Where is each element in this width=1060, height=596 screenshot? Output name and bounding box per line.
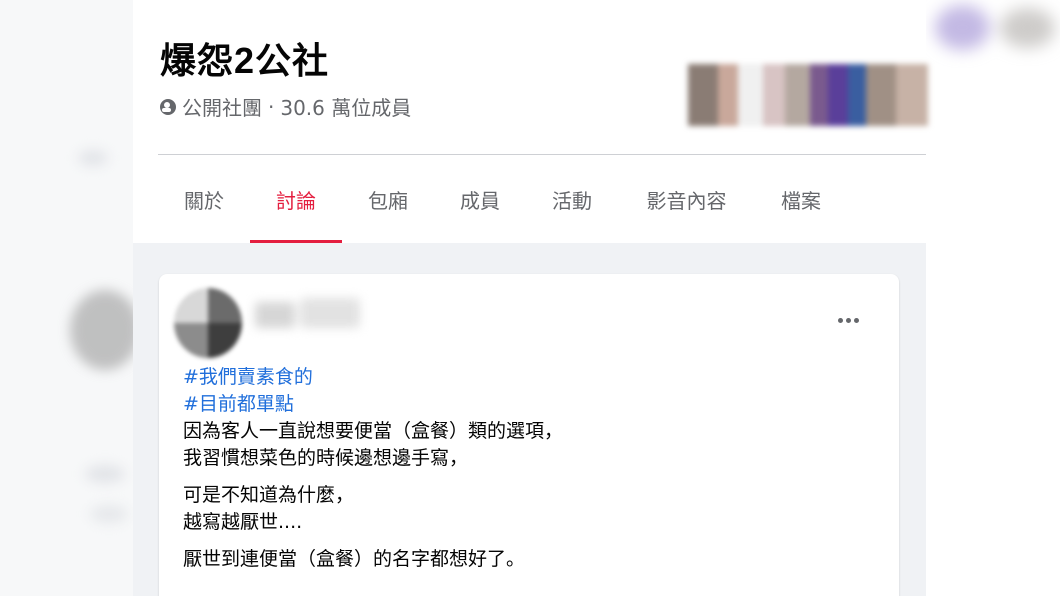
post-text-line: 可是不知道為什麼，: [183, 484, 355, 506]
meta-separator: ·: [268, 94, 275, 119]
post-card: #我們賣素食的 #目前都單點 因為客人一直說想要便當（盒餐）類的選項， 我習慣想…: [159, 274, 899, 596]
post-text-line: 越寫越厭世....: [183, 511, 303, 533]
group-tabs: 關於 討論 包廂 成員 活動 影音內容 檔案: [158, 155, 847, 243]
group-title[interactable]: 爆怨2公社: [160, 32, 329, 84]
tab-members[interactable]: 成員: [434, 155, 526, 243]
tab-discussion[interactable]: 討論: [250, 155, 342, 243]
group-header: 爆怨2公社 公開社團 · 30.6 萬位成員 關於 討論 包廂 成員 活動 影音…: [133, 0, 928, 243]
tab-rooms[interactable]: 包廂: [342, 155, 434, 243]
member-avatars-blurred[interactable]: [688, 64, 928, 126]
tab-files[interactable]: 檔案: [755, 155, 847, 243]
tab-media[interactable]: 影音內容: [618, 155, 755, 243]
more-horizontal-icon: [837, 317, 843, 323]
post-text-line: 厭世到連便當（盒餐）的名字都想好了。: [183, 548, 526, 570]
group-member-count[interactable]: 30.6 萬位成員: [280, 92, 411, 121]
group-meta: 公開社團 · 30.6 萬位成員: [160, 92, 411, 121]
post-text-line: 我習慣想菜色的時候邊想邊手寫，: [183, 447, 469, 469]
post-body: #我們賣素食的 #目前都單點 因為客人一直說想要便當（盒餐）類的選項， 我習慣想…: [183, 364, 873, 573]
blurred-item: [78, 150, 108, 166]
blurred-profile-corner: [930, 0, 1060, 55]
author-name-blurred[interactable]: [255, 292, 365, 336]
group-privacy[interactable]: 公開社團: [182, 92, 262, 121]
post-text-line: 因為客人一直說想要便當（盒餐）類的選項，: [183, 420, 564, 442]
blurred-item: [85, 465, 125, 483]
author-avatar-blurred[interactable]: [174, 288, 242, 358]
tab-events[interactable]: 活動: [526, 155, 618, 243]
globe-icon: [160, 98, 176, 115]
left-sidebar-background: [0, 0, 140, 596]
blurred-avatar: [70, 290, 140, 370]
tab-about[interactable]: 關於: [158, 155, 250, 243]
blurred-item: [90, 505, 128, 523]
hashtag-link[interactable]: #我們賣素食的: [183, 364, 873, 391]
hashtag-link[interactable]: #目前都單點: [183, 391, 873, 418]
more-options-button[interactable]: [833, 310, 863, 330]
